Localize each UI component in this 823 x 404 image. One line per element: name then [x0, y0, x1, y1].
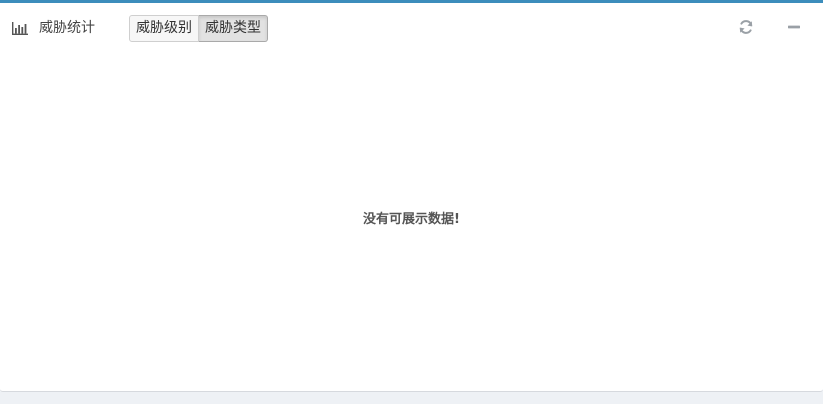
refresh-icon[interactable]	[737, 18, 755, 36]
stats-type-toggle: 威胁级别 威胁类型	[129, 15, 268, 42]
tab-threat-type[interactable]: 威胁类型	[199, 15, 268, 42]
tab-threat-level[interactable]: 威胁级别	[129, 15, 199, 42]
bar-chart-icon	[12, 22, 28, 35]
panel-title: 威胁统计	[39, 20, 95, 36]
minus-icon[interactable]	[785, 18, 803, 36]
panel-header: 威胁统计 威胁级别 威胁类型	[0, 3, 823, 51]
threat-stats-panel: 威胁统计 威胁级别 威胁类型 没有可展示数据!	[0, 0, 823, 392]
empty-data-message: 没有可展示数据!	[363, 212, 460, 227]
